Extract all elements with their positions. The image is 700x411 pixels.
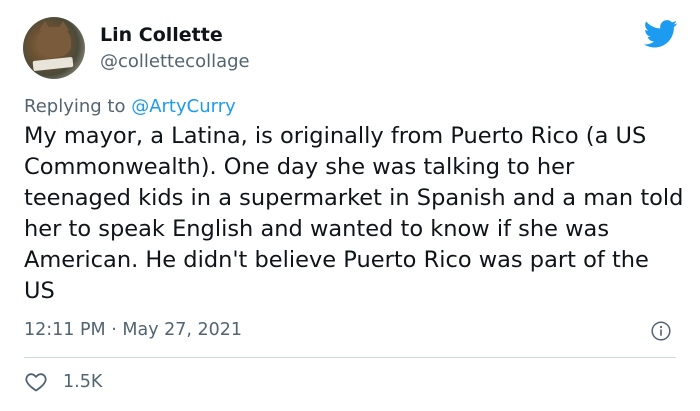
replying-to-label: Replying to (24, 96, 126, 117)
replying-to: Replying to @ArtyCurry (24, 96, 236, 117)
divider (24, 357, 676, 358)
like-button[interactable]: 1.5K (24, 370, 102, 394)
like-count: 1.5K (63, 372, 103, 392)
reply-mention-link[interactable]: @ArtyCurry (131, 96, 236, 117)
meta-separator: · (111, 320, 117, 340)
avatar[interactable] (23, 17, 85, 79)
author-handle[interactable]: @collettecollage (100, 51, 250, 72)
tweet-timestamp[interactable]: 12:11 PM · May 27, 2021 (24, 320, 242, 340)
tweet-date[interactable]: May 27, 2021 (122, 320, 242, 340)
tweet-text: My mayor, a Latina, is originally from P… (24, 123, 684, 304)
author-name[interactable]: Lin Collette (100, 24, 223, 46)
avatar-sign-shape (32, 56, 74, 72)
twitter-bird-icon[interactable] (644, 20, 678, 48)
avatar-cat-shape (37, 21, 71, 57)
heart-icon[interactable] (24, 370, 48, 394)
tweet-time[interactable]: 12:11 PM (24, 320, 106, 340)
info-icon[interactable] (651, 321, 671, 341)
